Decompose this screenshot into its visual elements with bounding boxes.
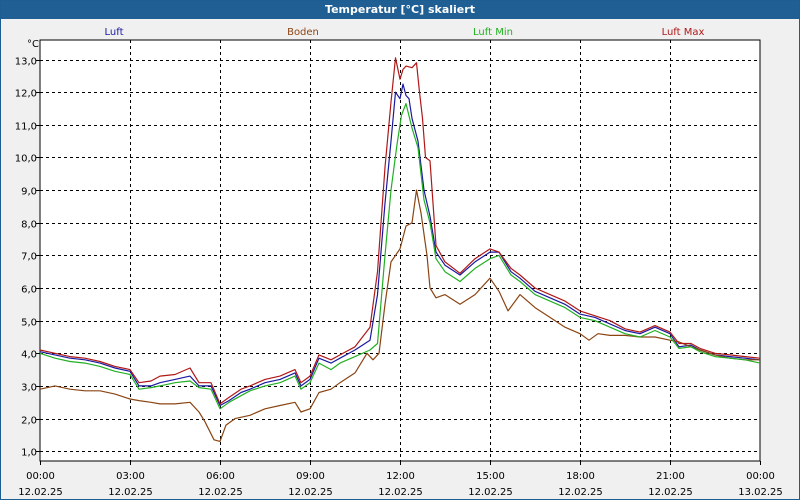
legend-item: Luft Max	[662, 27, 705, 38]
x-tick-time-label: 00:00	[746, 471, 775, 482]
x-tick-date-label: 12.02.25	[288, 487, 333, 498]
window-title: Temperatur [°C] skaliert	[1, 1, 799, 19]
x-tick-date-label: 12.02.25	[468, 487, 513, 498]
x-tick-date-label: 12.02.25	[18, 487, 63, 498]
y-tick-label: 13,0	[15, 57, 37, 68]
x-tick-time-label: 15:00	[476, 471, 505, 482]
y-tick-label: 9,0	[21, 187, 37, 198]
x-tick-time-label: 09:00	[296, 471, 325, 482]
y-tick-label: 5,0	[21, 318, 37, 329]
x-tick-time-label: 12:00	[386, 471, 415, 482]
x-tick-date-label: 13.02.25	[738, 487, 783, 498]
y-tick-label: 11,0	[15, 122, 37, 133]
temperature-chart: 1,0 2,0 3,0 4,0 5,0 6,0 7,0 8,0 9,0 10,0 11,0 12,0 1…	[15, 27, 783, 498]
x-tick-date-label: 12.02.25	[198, 487, 243, 498]
x-tick-date-label: 12.02.25	[648, 487, 693, 498]
x-tick-date-label: 12.02.25	[558, 487, 603, 498]
x-tick-time-label: 00:00	[26, 471, 55, 482]
y-tick-label: 1,0	[21, 448, 37, 459]
x-tick-time-label: 03:00	[116, 471, 145, 482]
x-tick-time-label: 21:00	[656, 471, 685, 482]
y-tick-label: 6,0	[21, 285, 37, 296]
x-tick-date-label: 12.02.25	[108, 487, 153, 498]
y-axis-label: °C	[27, 39, 39, 50]
x-tick-time-label: 18:00	[566, 471, 595, 482]
legend-item: Boden	[287, 27, 319, 38]
y-tick-label: 10,0	[15, 154, 37, 165]
legend-item: Luft	[105, 27, 124, 38]
y-tick-label: 7,0	[21, 252, 37, 263]
x-tick-date-label: 12.02.25	[378, 487, 423, 498]
y-tick-label: 12,0	[15, 89, 37, 100]
chart-window: Temperatur [°C] skaliert 1,0 2,0 3,0 4,0 5,0…	[0, 0, 800, 500]
y-tick-label: 4,0	[21, 350, 37, 361]
x-tick-time-label: 06:00	[206, 471, 235, 482]
legend-item: Luft Min	[473, 27, 513, 38]
y-tick-label: 2,0	[21, 416, 37, 427]
y-tick-label: 3,0	[21, 383, 37, 394]
y-tick-label: 8,0	[21, 220, 37, 231]
